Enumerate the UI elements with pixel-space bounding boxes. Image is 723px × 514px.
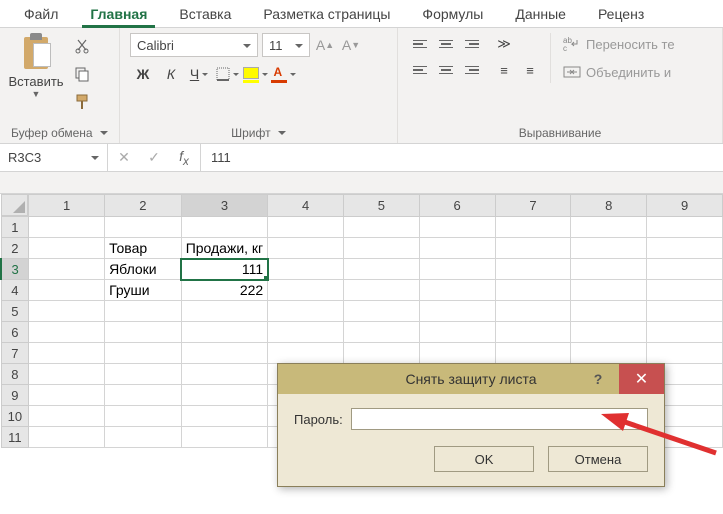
clipboard-group-label: Буфер обмена (11, 126, 93, 140)
copy-button[interactable] (71, 63, 93, 85)
wrap-text-button[interactable]: abc Переносить те (563, 33, 675, 55)
font-group-label: Шрифт (231, 126, 270, 140)
align-middle-button[interactable] (434, 33, 458, 55)
alignment-group-label: Выравнивание (519, 126, 602, 140)
merge-icon (563, 64, 581, 80)
col-header[interactable]: 2 (105, 195, 182, 217)
name-box[interactable]: R3C3 (0, 144, 108, 171)
cancel-button[interactable]: Отмена (548, 446, 648, 472)
row-header[interactable]: 8 (1, 364, 29, 385)
tab-file[interactable]: Файл (8, 0, 74, 27)
dialog-title-bar[interactable]: Снять защиту листа ? ✕ (278, 364, 664, 394)
row-header[interactable]: 5 (1, 301, 29, 322)
cell[interactable]: Продажи, кг (181, 238, 267, 259)
ribbon-tabs: Файл Главная Вставка Разметка страницы Ф… (0, 0, 723, 28)
unprotect-sheet-dialog: Снять защиту листа ? ✕ Пароль: OK Отмена (277, 363, 665, 487)
tab-home[interactable]: Главная (74, 0, 163, 27)
ribbon: Вставить ▼ Буфер обмена Calibri 11 A▲ A▼… (0, 28, 723, 144)
paste-icon (20, 33, 52, 71)
row-header[interactable]: 11 (1, 427, 29, 448)
increase-indent-button[interactable]: ≡ (518, 59, 542, 81)
row-header[interactable]: 7 (1, 343, 29, 364)
cell[interactable]: Груши (105, 280, 182, 301)
font-name-combo[interactable]: Calibri (130, 33, 258, 57)
col-header[interactable]: 4 (268, 195, 344, 217)
tab-review[interactable]: Реценз (582, 0, 660, 27)
format-painter-button[interactable] (71, 91, 93, 113)
increase-font-button[interactable]: A▲ (314, 34, 336, 56)
merge-center-button[interactable]: Объединить и (563, 61, 675, 83)
borders-button[interactable] (214, 62, 240, 86)
tab-pagelayout[interactable]: Разметка страницы (247, 0, 406, 27)
cancel-formula-button[interactable]: ✕ (114, 149, 134, 166)
col-header[interactable]: 8 (571, 195, 647, 217)
cut-button[interactable] (71, 35, 93, 57)
col-header[interactable]: 7 (495, 195, 571, 217)
dialog-title: Снять защиту листа (405, 371, 536, 387)
svg-text:c: c (563, 44, 567, 52)
ok-button[interactable]: OK (434, 446, 534, 472)
orientation-button[interactable]: ≫ (492, 33, 516, 55)
align-bottom-button[interactable] (460, 33, 484, 55)
tab-formulas[interactable]: Формулы (406, 0, 499, 27)
paste-label: Вставить (8, 74, 63, 89)
select-all-corner[interactable] (1, 195, 29, 217)
col-header[interactable]: 6 (419, 195, 495, 217)
insert-function-button[interactable]: fx (174, 148, 194, 168)
row-header[interactable]: 4 (1, 280, 29, 301)
align-top-button[interactable] (408, 33, 432, 55)
cell[interactable]: Товар (105, 238, 182, 259)
tab-data[interactable]: Данные (499, 0, 582, 27)
col-header[interactable]: 5 (343, 195, 419, 217)
font-color-button[interactable] (270, 62, 296, 86)
paste-button[interactable]: Вставить ▼ (10, 33, 62, 99)
row-header[interactable]: 9 (1, 385, 29, 406)
cell[interactable]: 222 (181, 280, 267, 301)
bold-button[interactable]: Ж (130, 62, 156, 86)
wrap-text-icon: abc (563, 36, 581, 52)
decrease-font-button[interactable]: A▼ (340, 34, 362, 56)
dialog-help-button[interactable]: ? (580, 364, 616, 394)
col-header[interactable]: 3 (181, 195, 267, 217)
cell[interactable]: Яблоки (105, 259, 182, 280)
underline-button[interactable]: Ч (186, 62, 212, 86)
row-header[interactable]: 10 (1, 406, 29, 427)
font-size-combo[interactable]: 11 (262, 33, 310, 57)
align-center-button[interactable] (434, 59, 458, 81)
col-header[interactable]: 9 (647, 195, 723, 217)
fill-color-button[interactable] (242, 62, 268, 86)
row-header[interactable]: 3 (1, 259, 29, 280)
dialog-close-button[interactable]: ✕ (619, 364, 664, 394)
formula-bar: R3C3 ✕ ✓ fx 111 (0, 144, 723, 172)
password-input[interactable] (351, 408, 648, 430)
tab-insert[interactable]: Вставка (163, 0, 247, 27)
col-header[interactable]: 1 (29, 195, 105, 217)
formula-input[interactable]: 111 (201, 144, 723, 171)
row-header[interactable]: 1 (1, 217, 29, 238)
italic-button[interactable]: К (158, 62, 184, 86)
active-cell[interactable]: 111 (181, 259, 267, 280)
row-header[interactable]: 6 (1, 322, 29, 343)
row-header[interactable]: 2 (1, 238, 29, 259)
enter-formula-button[interactable]: ✓ (144, 149, 164, 166)
align-right-button[interactable] (460, 59, 484, 81)
align-left-button[interactable] (408, 59, 432, 81)
password-label: Пароль: (294, 412, 343, 427)
decrease-indent-button[interactable]: ≡ (492, 59, 516, 81)
